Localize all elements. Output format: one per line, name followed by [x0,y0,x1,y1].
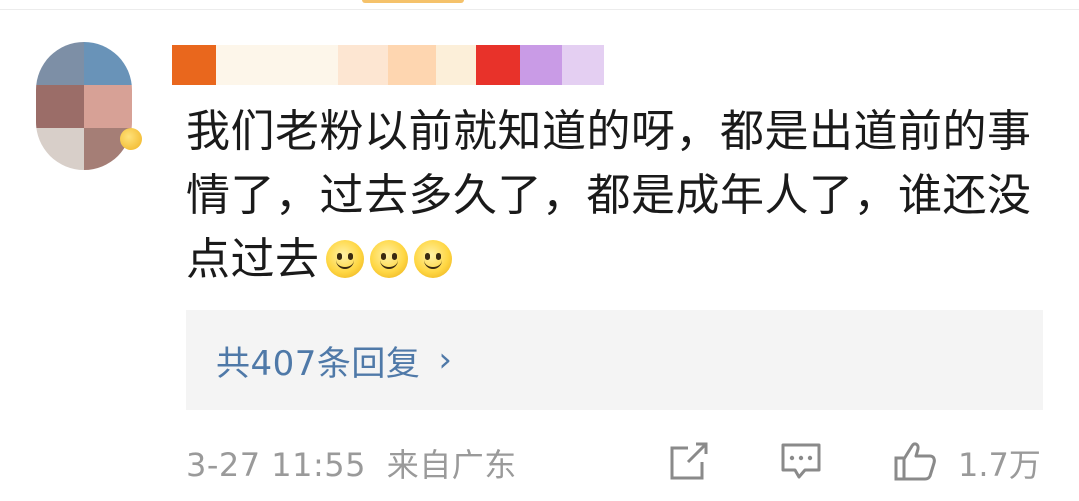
top-tab-indicator [362,0,464,3]
like-count: 1.7万 [958,446,1041,484]
comment-line-1: 我们老粉以前就知道的呀，都是出道前的事 [186,106,1032,157]
smile-emoji-icon [369,240,408,278]
share-icon[interactable] [666,438,712,484]
view-replies-button[interactable]: 共407条回复 › [186,310,1043,410]
smile-emoji-icon [325,240,364,278]
smile-emoji-icon [413,240,452,278]
thumbs-up-icon[interactable] [892,438,938,484]
location: 来自广东 [386,446,517,484]
username-mosaic[interactable] [172,45,604,85]
verified-badge-icon [120,128,142,150]
avatar[interactable] [36,42,132,170]
timestamp: 3-27 11:55 [186,446,367,484]
comment-line-2: 情了，过去多久了，都是成年人了，谁还没 [186,170,1032,221]
comment-text: 我们老粉以前就知道的呀，都是出道前的事 情了，过去多久了，都是成年人了，谁还没 … [186,100,1048,292]
comment-line-3-text: 点过去 [186,234,320,285]
chevron-right-icon: › [438,340,453,380]
top-divider [0,9,1079,10]
comment-line-3: 点过去 [186,228,1048,292]
comment-meta: 3-27 11:55 来自广东 [186,440,517,486]
replies-count-label: 共407条回复 [216,343,421,384]
comment-icon[interactable] [778,438,824,484]
